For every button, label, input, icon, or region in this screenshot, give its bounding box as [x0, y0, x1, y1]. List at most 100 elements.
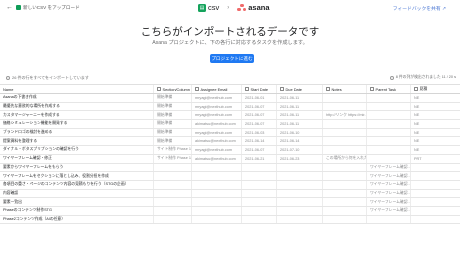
table-cell: 2021-06-23 — [277, 154, 323, 163]
table-header: Name Section/Column Assignee Email Start Da… — [0, 84, 460, 94]
table-row[interactable]: Asanaの下書き作成 開始準備 mryagi@nexthub.com 2021-06… — [0, 94, 460, 103]
table-cell: 開始準備 — [154, 120, 192, 128]
table-cell: akimatsu@nexthub.com — [192, 154, 242, 163]
table-row[interactable]: 各項目の重さ・ページのコンテンツ内容の見積もりを行う（STGの企画） ワイヤーフレ… — [0, 180, 460, 190]
table-cell — [367, 102, 411, 111]
column-header[interactable]: Due Date — [277, 85, 323, 93]
table-row[interactable]: 要素一覧出 ワイヤーフレーム確認... — [0, 198, 460, 207]
table-cell — [367, 94, 411, 102]
info-icon — [389, 75, 394, 80]
table-cell: ワイヤーフレーム確認... — [367, 206, 411, 215]
table-cell — [154, 163, 192, 172]
table-cell — [411, 164, 460, 172]
table-cell: 内容確認 — [0, 189, 154, 198]
table-cell — [323, 128, 367, 137]
column-header[interactable]: 見積 — [411, 85, 460, 93]
table-cell — [367, 137, 411, 146]
table-cell: 開始準備 — [154, 137, 192, 146]
table-row[interactable]: 要素からワイヤーフレームをもらう ワイヤーフレーム確認... — [0, 163, 460, 173]
table-cell: 2021-06-07 — [242, 111, 277, 120]
table-cell: Phaseのコンテンツ制作STG — [0, 206, 154, 215]
calendar-icon — [280, 87, 284, 91]
table-cell — [323, 172, 367, 180]
table-cell — [367, 154, 411, 163]
table-cell — [242, 206, 277, 215]
proceed-to-project-button[interactable]: プロジェクトに進む — [210, 54, 254, 63]
table-row[interactable]: ブランドロゴの検討を進める 開始準備 mryagi@nexthub.com 2021-… — [0, 128, 460, 138]
table-cell: 2021-06-03 — [242, 128, 277, 137]
table-cell: NE — [414, 147, 420, 152]
table-cell: ワイヤーフレーム確認... — [367, 189, 411, 198]
page-title: こちらがインポートされるデータです — [140, 26, 320, 38]
table-row[interactable]: ダイナル・ボタスプリプションの確認を行う サイト制作 Phase 1 mryagi@… — [0, 146, 460, 155]
table-cell: 2021-06-14 — [242, 137, 277, 146]
table-cell: 2021-06-11 — [277, 94, 323, 102]
table-cell — [277, 163, 323, 172]
share-feedback-link[interactable]: フィードバックを共有 ↗ — [393, 5, 446, 12]
table-cell — [192, 180, 242, 189]
hash-icon — [414, 87, 418, 91]
table-cell: mryagi@nexthub.com — [192, 94, 242, 102]
table-row[interactable]: カスタマージャーニーを作成する 開始準備 mryagi@nexthub.com 202… — [0, 111, 460, 121]
table-cell: ダイナル・ボタスプリプションの確認を行う — [0, 146, 154, 154]
table-row[interactable]: 内容確認 ワイヤーフレーム確認... — [0, 189, 460, 199]
table-row[interactable]: Phaseのコンテンツ制作STG ワイヤーフレーム確認... — [0, 206, 460, 216]
table-cell — [154, 189, 192, 198]
table-cell: ワイヤーフレーム確認... — [367, 163, 411, 172]
table-cell: 2021-07-10 — [277, 146, 323, 154]
asana-label: asana — [248, 3, 270, 12]
table-row[interactable]: 提案資料を整理する 開始準備 akimatsu@nexthub.com 2021-06… — [0, 137, 460, 147]
table-cell: NE — [414, 130, 420, 135]
table-cell — [367, 111, 411, 120]
table-cell: 2021-06-11 — [277, 120, 323, 128]
table-cell — [323, 137, 367, 146]
column-header[interactable]: Notes — [323, 85, 367, 93]
table-cell — [242, 198, 277, 206]
user-icon — [195, 87, 199, 91]
table-row[interactable]: Phase2コンテンツ作成（AIの任意） — [0, 215, 460, 225]
table-cell: 2021-06-21 — [242, 154, 277, 163]
table-cell: ワイヤーフレーム確認... — [367, 180, 411, 189]
calendar-icon — [245, 87, 249, 91]
table-cell — [323, 146, 367, 154]
column-header[interactable]: Parent Task — [367, 85, 411, 93]
table-cell: 2021-06-11 — [277, 111, 323, 120]
table-row[interactable]: 最優先な意欲的な場所を作成する 開始準備 mryagi@nexthub.com 202… — [0, 102, 460, 112]
table-cell: この場所から何を入れたい... — [323, 154, 367, 163]
list-icon — [157, 87, 161, 91]
table-cell: カスタマージャーニーを作成する — [0, 111, 154, 120]
table-row[interactable]: ワイヤーフレームをセクションに落とし込み、役割分担を作成 ワイヤーフレーム確認..… — [0, 172, 460, 181]
table-row[interactable]: 価格シミュレーション機能を開発する 開始準備 akimatsu@nexthub.co… — [0, 120, 460, 129]
asana-logo-icon — [237, 3, 247, 12]
table-cell — [154, 198, 192, 206]
column-header[interactable]: Start Date — [242, 85, 277, 93]
table-cell: NE — [414, 113, 420, 118]
column-header[interactable]: Section/Column — [154, 85, 192, 93]
row-count-text: 26 件の行をすべてをインポートしています — [12, 75, 89, 80]
table-cell — [242, 180, 277, 189]
table-cell: mryagi@nexthub.com — [192, 128, 242, 137]
table-cell — [192, 198, 242, 206]
table-cell: 開始準備 — [154, 111, 192, 120]
table-cell — [323, 215, 367, 224]
table-cell — [242, 172, 277, 180]
column-header-label: Section/Column — [162, 86, 190, 92]
table-cell — [277, 206, 323, 215]
column-header[interactable]: Assignee Email — [192, 85, 242, 93]
table-cell: 最優先な意欲的な場所を作成する — [0, 102, 154, 111]
table-cell: 2021-06-11 — [277, 102, 323, 111]
table-cell — [242, 189, 277, 198]
table-cell — [154, 172, 192, 180]
page-subtitle: Asana プロジェクトに、下の各行に対応するタスクを作成します。 — [152, 40, 308, 46]
table-cell: サイト制作 Phase 1 — [154, 146, 192, 154]
csv-label: csv — [208, 3, 220, 12]
table-cell: 開始準備 — [154, 94, 192, 102]
upload-new-csv-link[interactable]: ← 新しいCSV をアップロード — [6, 4, 80, 11]
column-header[interactable]: Name — [0, 85, 154, 93]
column-header-label: Due Date — [285, 86, 302, 92]
table-row[interactable]: ワイヤーフレーム確認・修正 サイト制作 Phase 1 akimatsu@nexth… — [0, 154, 460, 164]
table-cell — [367, 128, 411, 137]
table-cell: ブランドロゴの検討を進める — [0, 128, 154, 137]
table-cell — [277, 172, 323, 180]
table-cell — [323, 206, 367, 215]
